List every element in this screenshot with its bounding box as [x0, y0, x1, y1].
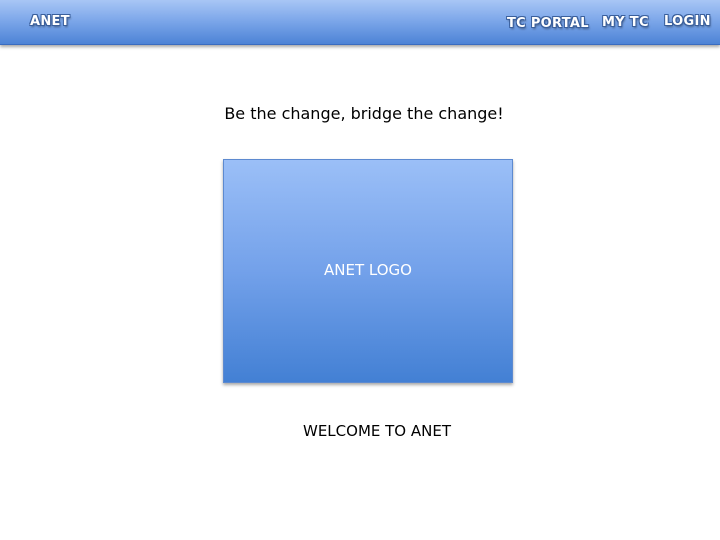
top-navigation-bar: ANET TC PORTAL MY TC LOGIN	[0, 0, 720, 45]
nav-my-tc-link[interactable]: MY TC	[602, 15, 649, 30]
welcome-heading: WELCOME TO ANET	[303, 422, 451, 440]
nav-login-link[interactable]: LOGIN	[664, 14, 711, 29]
tagline: Be the change, bridge the change!	[224, 104, 504, 123]
logo-placeholder: ANET LOGO	[223, 159, 513, 383]
nav-tc-portal-link[interactable]: TC PORTAL	[507, 16, 589, 31]
brand-link[interactable]: ANET	[30, 14, 70, 29]
logo-placeholder-label: ANET LOGO	[324, 261, 412, 279]
